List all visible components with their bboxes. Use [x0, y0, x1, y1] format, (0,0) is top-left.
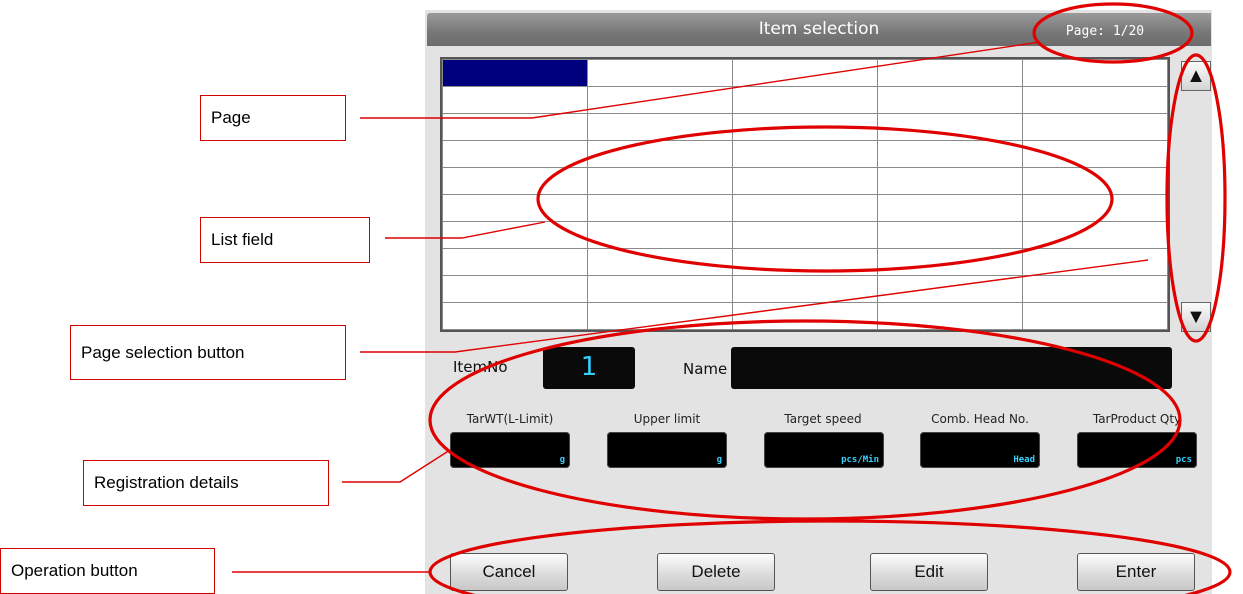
- ellipse-operation: [428, 519, 1232, 594]
- leader-line-page-selection: [360, 259, 1149, 353]
- highlight-ellipses: [428, 2, 1232, 594]
- ellipse-registration: [428, 319, 1182, 521]
- ellipse-page-buttons: [1165, 53, 1227, 343]
- annotation-overlay: [232, 2, 1232, 594]
- leader-lines: [232, 41, 1149, 573]
- leader-line-registration: [342, 449, 451, 483]
- leader-line-list-field: [385, 221, 546, 239]
- ellipse-list-field: [536, 125, 1114, 273]
- ellipse-page: [1032, 2, 1194, 64]
- leader-line-page: [360, 41, 1041, 119]
